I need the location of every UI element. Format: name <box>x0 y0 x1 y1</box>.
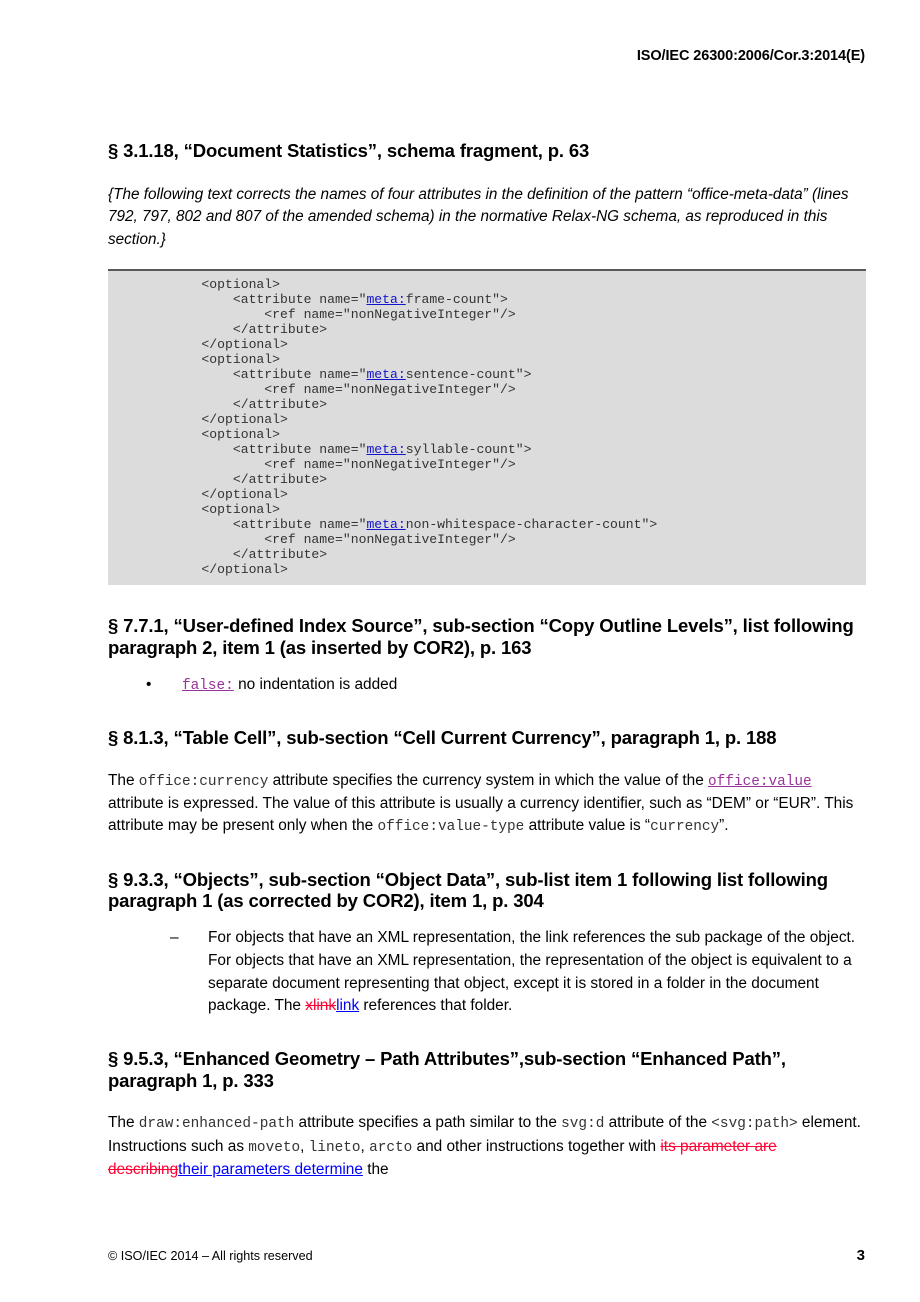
meta-namespace-link[interactable]: meta: <box>366 292 405 307</box>
list-item-text: no indentation is added <box>233 675 398 693</box>
code-arcto: arcto <box>369 1139 413 1156</box>
para-text: attribute of the <box>604 1114 712 1132</box>
document-content: § 3.1.18, “Document Statistics”, schema … <box>108 140 866 1181</box>
code-office-value-type: office:value-type <box>377 819 525 836</box>
section-7-7-1-list: • false: no indentation is added <box>108 674 866 697</box>
deleted-text-xlink: xlink <box>305 997 337 1015</box>
section-heading-7-7-1: § 7.7.1, “User-defined Index Source”, su… <box>108 614 854 658</box>
code-draw-enhanced-path: draw:enhanced-path <box>138 1116 295 1133</box>
meta-namespace-link[interactable]: meta: <box>366 517 405 532</box>
section-9-3-3-list: – For objects that have an XML representa… <box>108 927 866 1018</box>
list-item-text: references that folder. <box>359 997 513 1015</box>
dash-marker-icon: – <box>170 929 179 947</box>
list-item: • false: no indentation is added <box>146 674 866 697</box>
para-text: , <box>300 1137 309 1155</box>
para-text: , <box>360 1137 370 1155</box>
footer-copyright: © ISO/IEC 2014 – All rights reserved <box>108 1249 313 1263</box>
document-page: ISO/IEC 26300:2006/Cor.3:2014(E) § 3.1.1… <box>0 0 920 1302</box>
code-svg-path-element: <svg:path> <box>711 1116 798 1133</box>
para-text: the <box>362 1160 389 1178</box>
schema-code-block: <optional> <attribute name="meta:frame-c… <box>108 269 866 585</box>
section-9-5-3-paragraph: The draw:enhanced-path attribute specifi… <box>108 1112 866 1181</box>
code-svg-d: svg:d <box>561 1116 605 1133</box>
code-currency: currency <box>650 819 720 836</box>
schema-code-text: <optional> <attribute name="meta:frame-c… <box>170 277 658 577</box>
code-office-currency: office:currency <box>138 773 269 790</box>
document-header-id: ISO/IEC 26300:2006/Cor.3:2014(E) <box>636 48 865 64</box>
section-8-1-3-paragraph: The office:currency attribute specifies … <box>108 770 866 839</box>
code-moveto: moveto <box>248 1139 301 1156</box>
list-item: – For objects that have an XML representa… <box>170 927 866 1018</box>
section-3-1-18-note: {The following text corrects the names o… <box>108 185 849 248</box>
footer-page-number: 3 <box>856 1247 865 1264</box>
meta-namespace-link[interactable]: meta: <box>366 442 405 457</box>
section-heading-3-1-18: § 3.1.18, “Document Statistics”, schema … <box>108 140 590 161</box>
para-text: The <box>108 1114 139 1132</box>
document-footer: © ISO/IEC 2014 – All rights reserved 3 <box>108 1247 865 1264</box>
para-text: attribute specifies the currency system … <box>268 771 709 789</box>
para-text: and other instructions together with <box>412 1137 661 1155</box>
inserted-text-their-parameters: their parameters determine <box>178 1160 363 1178</box>
para-text: ”. <box>719 817 729 835</box>
meta-namespace-link[interactable]: meta: <box>366 367 405 382</box>
para-text: attribute specifies a path similar to th… <box>294 1114 562 1132</box>
section-heading-8-1-3: § 8.1.3, “Table Cell”, sub-section “Cell… <box>108 726 777 748</box>
code-lineto: lineto <box>308 1139 361 1156</box>
section-heading-9-5-3: § 9.5.3, “Enhanced Geometry – Path Attri… <box>108 1047 786 1091</box>
section-heading-9-3-3: § 9.3.3, “Objects”, sub-section “Object … <box>108 868 828 912</box>
inserted-text-link: link <box>336 997 360 1015</box>
bullet-marker-icon: • <box>146 675 152 693</box>
para-text: The <box>108 771 139 789</box>
office-value-link[interactable]: office:value <box>708 774 812 790</box>
false-value-link[interactable]: false: <box>182 678 234 694</box>
para-text: attribute value is “ <box>524 817 651 835</box>
